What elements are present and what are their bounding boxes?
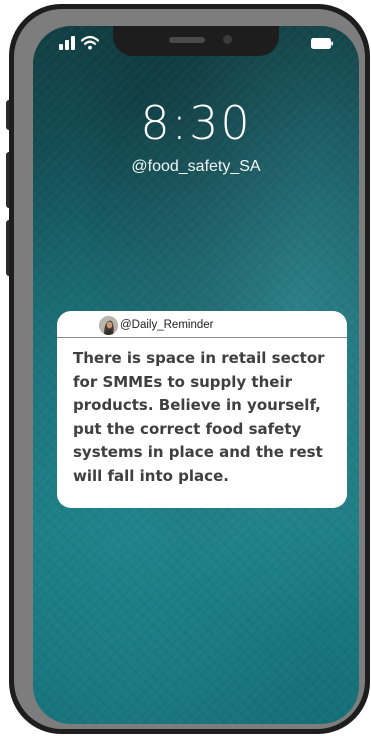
lock-screen: 8:30 @food_safety_SA @Daily_Reminder The… — [33, 26, 359, 724]
notch — [113, 26, 279, 56]
signal-icon — [59, 36, 75, 50]
avatar — [99, 316, 118, 335]
avatar-image — [99, 316, 118, 335]
front-camera — [223, 35, 232, 44]
lock-screen-time: 8:30 — [140, 96, 252, 150]
battery-icon — [311, 38, 333, 49]
notification-sender: @Daily_Reminder — [120, 319, 214, 331]
phone-frame: 8:30 @food_safety_SA @Daily_Reminder The… — [9, 4, 370, 734]
speaker-grille — [169, 37, 205, 43]
notification-header: @Daily_Reminder — [57, 311, 347, 338]
page-canvas: 8:30 @food_safety_SA @Daily_Reminder The… — [0, 0, 371, 736]
notification-message: There is space in retail sector for SMME… — [73, 349, 325, 485]
lock-screen-handle: @food_safety_SA — [131, 158, 261, 175]
wifi-icon — [81, 35, 99, 50]
notification-card[interactable]: @Daily_Reminder There is space in retail… — [57, 311, 347, 508]
